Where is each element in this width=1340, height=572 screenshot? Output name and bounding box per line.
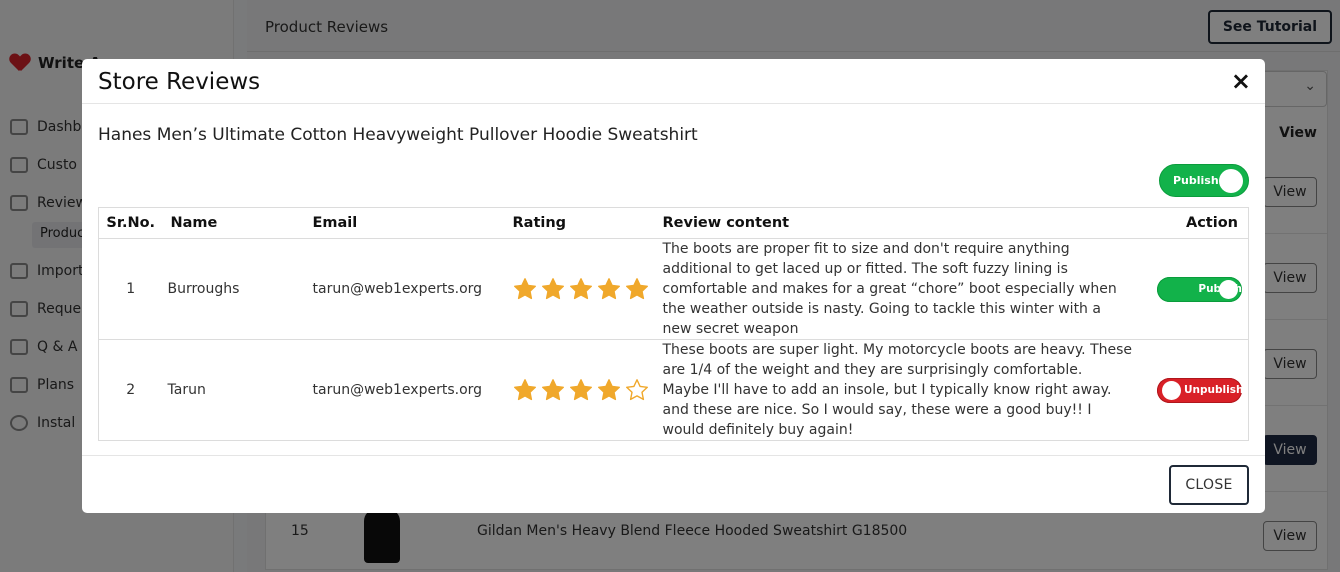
star-rating xyxy=(513,277,663,301)
star-filled-icon xyxy=(597,379,620,401)
review-name: Burroughs xyxy=(162,238,313,340)
review-rating xyxy=(512,238,663,340)
publish-toggle[interactable]: Publish xyxy=(1157,276,1242,302)
column-header-review-content: Review content xyxy=(662,207,1143,239)
star-filled-icon xyxy=(625,278,648,300)
modal-header: Store Reviews × xyxy=(82,59,1265,104)
review-email: tarun@web1experts.org xyxy=(312,238,513,340)
unpublish-toggle[interactable]: Unpublish xyxy=(1157,377,1244,403)
column-header-srno: Sr.No. xyxy=(98,207,163,239)
review-srno: 2 xyxy=(98,339,163,441)
star-filled-icon xyxy=(513,278,536,300)
review-email: tarun@web1experts.org xyxy=(312,339,513,441)
reviews-table: Sr.No. Name Email Rating Review content … xyxy=(98,207,1249,441)
column-header-email: Email xyxy=(312,207,513,239)
column-header-action: Action xyxy=(1142,207,1249,239)
store-reviews-modal: Store Reviews × Hanes Men’s Ultimate Cot… xyxy=(82,59,1265,513)
review-content: The boots are proper fit to size and don… xyxy=(662,238,1143,340)
toggle-label: Unpublish xyxy=(1184,383,1244,396)
column-header-name: Name xyxy=(162,207,313,239)
modal-footer: CLOSE xyxy=(82,455,1265,513)
star-filled-icon xyxy=(541,278,564,300)
review-rating xyxy=(512,339,663,441)
table-header-row: Sr.No. Name Email Rating Review content … xyxy=(98,207,1249,239)
publish-all-toggle[interactable]: Publish xyxy=(1159,164,1249,197)
star-filled-icon xyxy=(569,278,592,300)
review-name: Tarun xyxy=(162,339,313,441)
column-header-rating: Rating xyxy=(512,207,663,239)
modal-title: Store Reviews xyxy=(98,69,261,95)
table-row: 1 Burroughs tarun@web1experts.org The bo… xyxy=(98,238,1249,340)
toggle-knob xyxy=(1219,169,1243,193)
product-title: Hanes Men’s Ultimate Cotton Heavyweight … xyxy=(98,125,698,145)
table-row: 2 Tarun tarun@web1experts.org These boot… xyxy=(98,339,1249,441)
review-srno: 1 xyxy=(98,238,163,340)
close-button[interactable]: CLOSE xyxy=(1169,465,1249,505)
star-filled-icon xyxy=(513,379,536,401)
close-icon[interactable]: × xyxy=(1231,67,1251,95)
review-content: These boots are super light. My motorcyc… xyxy=(662,339,1143,441)
star-filled-icon xyxy=(597,278,620,300)
review-action: Unpublish xyxy=(1142,339,1249,441)
star-filled-icon xyxy=(569,379,592,401)
star-rating xyxy=(513,378,663,402)
toggle-knob xyxy=(1219,279,1238,299)
toggle-label: Publish xyxy=(1173,174,1219,187)
star-filled-icon xyxy=(541,379,564,401)
toggle-knob xyxy=(1162,380,1181,400)
review-action: Publish xyxy=(1142,238,1249,340)
star-empty-icon xyxy=(625,379,648,401)
